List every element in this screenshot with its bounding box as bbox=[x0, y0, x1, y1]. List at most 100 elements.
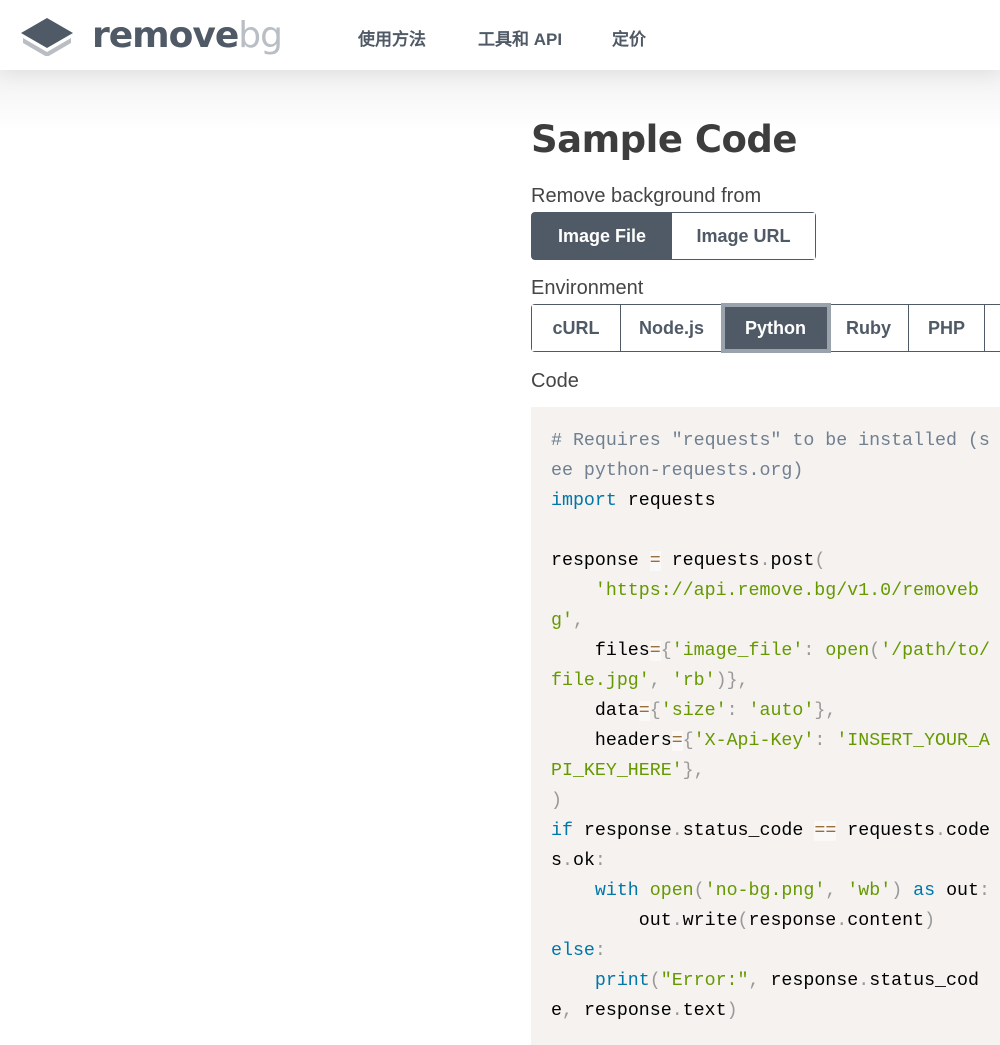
code-token-string: 'X-Api-Key' bbox=[693, 731, 815, 751]
code-token-string: 'size' bbox=[660, 701, 727, 721]
code-token-operator: = bbox=[671, 731, 683, 751]
image-file-button[interactable]: Image File bbox=[532, 213, 672, 259]
code-line: out.write(response.content) bbox=[551, 906, 990, 936]
code-token-punct: . bbox=[935, 821, 947, 841]
code-token-keyword: as bbox=[913, 881, 936, 901]
image-url-button[interactable]: Image URL bbox=[672, 213, 815, 259]
env-python-button[interactable]: Python bbox=[721, 303, 831, 353]
logo-text: removebg bbox=[92, 15, 283, 56]
code-block: # Requires "requests" to be installed (s… bbox=[531, 407, 1000, 1045]
code-token-punct: : bbox=[979, 881, 990, 901]
code-token-plain: out bbox=[551, 911, 672, 931]
code-token-punct: . bbox=[671, 821, 683, 841]
code-token-punct: , bbox=[825, 881, 837, 901]
code-token-plain: post bbox=[770, 551, 815, 571]
code-token-operator: = bbox=[638, 701, 650, 721]
code-line: import requests bbox=[551, 486, 990, 516]
code-token-punct: . bbox=[671, 1001, 683, 1021]
code-token-punct: ) bbox=[924, 911, 936, 931]
environment-label: Environment bbox=[531, 277, 644, 299]
code-token-plain: ok bbox=[572, 851, 595, 871]
code-token-punct: . bbox=[561, 851, 573, 871]
code-line: response = requests.post( bbox=[551, 546, 990, 576]
code-token-plain: files bbox=[551, 641, 650, 661]
code-token-func: open bbox=[649, 881, 694, 901]
env-ruby-button[interactable]: Ruby bbox=[829, 305, 909, 351]
nav-tools-api[interactable]: 工具和 API bbox=[478, 25, 562, 50]
code-line: if response.status_code == requests.code… bbox=[551, 816, 990, 876]
code-token-punct: , bbox=[561, 1001, 573, 1021]
code-token-punct: { bbox=[682, 731, 694, 751]
nav-how-to-use[interactable]: 使用方法 bbox=[358, 25, 426, 50]
code-token-punct: { bbox=[660, 641, 672, 661]
code-token-plain: requests bbox=[836, 821, 936, 841]
code-token-punct: : bbox=[814, 731, 826, 751]
code-token-plain: requests bbox=[616, 491, 716, 511]
code-token-comment: # Requires "requests" to be installed (s… bbox=[551, 431, 990, 481]
code-token-operator: = bbox=[649, 551, 661, 571]
code-line: ) bbox=[551, 786, 990, 816]
env-nodejs-button[interactable]: Node.js bbox=[621, 305, 723, 351]
code-token-plain: response bbox=[551, 551, 650, 571]
nav-pricing[interactable]: 定价 bbox=[612, 25, 646, 50]
code-token-punct: , bbox=[572, 611, 584, 631]
code-token-plain: text bbox=[682, 1001, 727, 1021]
code-token-plain: out bbox=[935, 881, 979, 901]
code-token-plain: content bbox=[847, 911, 925, 931]
code-line: with open('no-bg.png', 'wb') as out: bbox=[551, 876, 990, 906]
layers-logo-icon bbox=[21, 18, 73, 56]
env-more-button[interactable] bbox=[985, 305, 1000, 351]
code-token-plain: response bbox=[572, 1001, 672, 1021]
code-token-string: 'https://api.remove.bg/v1.0/removebg' bbox=[551, 581, 979, 631]
code-token-punct: ( bbox=[869, 641, 881, 661]
code-label: Code bbox=[531, 370, 579, 392]
code-line: data={'size': 'auto'}, bbox=[551, 696, 990, 726]
code-token-keyword: print bbox=[594, 971, 650, 991]
code-token-keyword: import bbox=[551, 491, 617, 511]
code-token-punct: : bbox=[803, 641, 815, 661]
environment-selector: cURL Node.js Python Ruby PHP bbox=[531, 303, 1000, 353]
code-token-string: 'auto' bbox=[748, 701, 815, 721]
source-label: Remove background from bbox=[531, 185, 762, 207]
code-token-punct: : bbox=[726, 701, 738, 721]
code-token-punct: ( bbox=[737, 911, 749, 931]
env-curl-button[interactable]: cURL bbox=[532, 305, 621, 351]
code-line: headers={'X-Api-Key': 'INSERT_YOUR_API_K… bbox=[551, 726, 990, 786]
code-token-keyword: with bbox=[594, 881, 639, 901]
logo-link[interactable]: removebg bbox=[20, 15, 283, 56]
code-token-keyword: else bbox=[551, 941, 595, 961]
code-token-plain: response bbox=[572, 821, 672, 841]
code-token-punct: . bbox=[671, 911, 683, 931]
code-token-plain: response bbox=[759, 971, 859, 991]
code-token-punct: }, bbox=[814, 701, 837, 721]
code-token-plain: write bbox=[682, 911, 738, 931]
code-token-keyword: if bbox=[551, 821, 573, 841]
env-php-button[interactable]: PHP bbox=[909, 305, 985, 351]
code-line: print("Error:", response.status_code, re… bbox=[551, 966, 990, 1026]
code-token-punct: ( bbox=[693, 881, 705, 901]
code-token-punct: . bbox=[836, 911, 848, 931]
code-token-plain: data bbox=[551, 701, 639, 721]
page-title: Sample Code bbox=[531, 118, 797, 161]
code-token-punct: : bbox=[594, 941, 606, 961]
code-token-plain: status_code bbox=[682, 821, 815, 841]
code-text: # Requires "requests" to be installed (s… bbox=[531, 407, 1000, 1045]
code-line: # Requires "requests" to be installed (s… bbox=[551, 426, 990, 486]
code-line: 'https://api.remove.bg/v1.0/removebg', bbox=[551, 576, 990, 636]
code-token-punct: , bbox=[649, 671, 661, 691]
header-shadow-band bbox=[0, 70, 1000, 130]
code-token-punct: ( bbox=[649, 971, 661, 991]
code-token-string: 'wb' bbox=[847, 881, 892, 901]
code-token-string: 'rb' bbox=[671, 671, 716, 691]
code-token-plain: response bbox=[748, 911, 837, 931]
